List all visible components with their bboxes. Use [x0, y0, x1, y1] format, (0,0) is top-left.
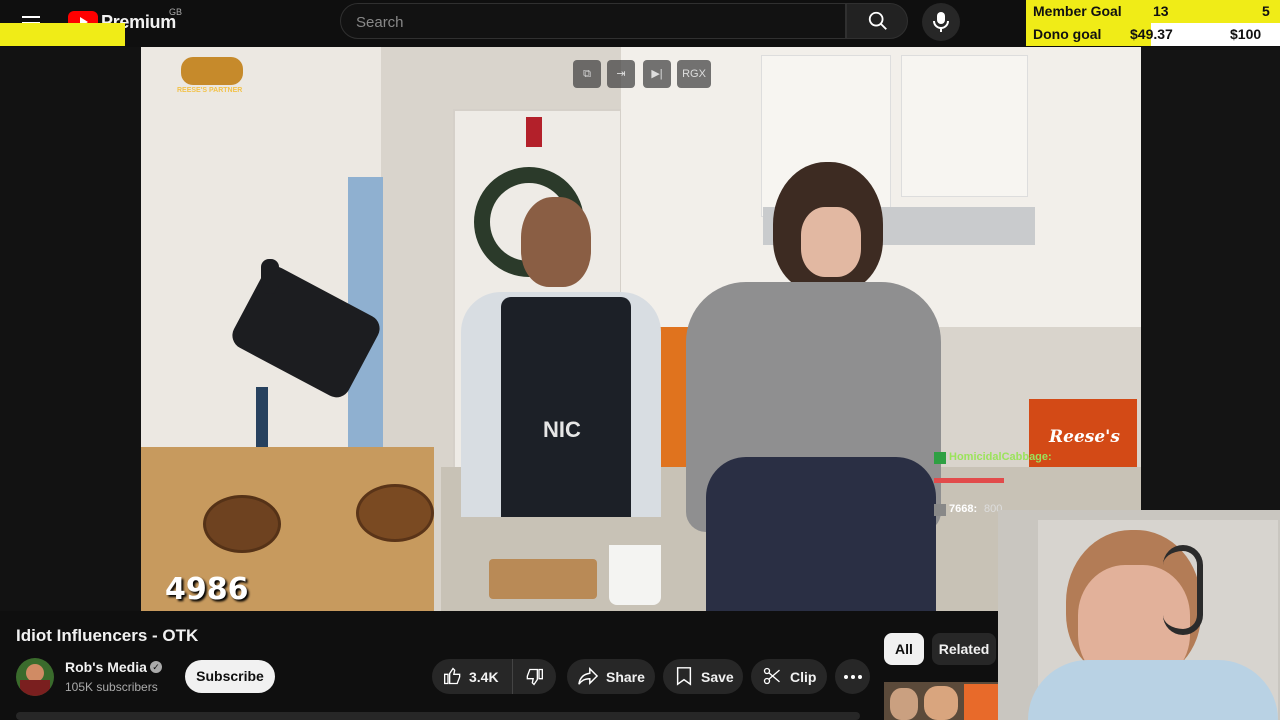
video-title: Idiot Influencers - OTK [16, 626, 199, 645]
person-left-head [521, 197, 591, 287]
thumbs-up-icon [444, 667, 461, 685]
share-button[interactable]: Share [567, 659, 655, 694]
cabinet-door [901, 55, 1028, 197]
clip-label: Clip [790, 669, 817, 685]
more-horizontal-icon [844, 675, 862, 679]
wreath-bow [526, 117, 542, 147]
dislike-button[interactable] [512, 659, 556, 694]
member-goal-label: Member Goal [1033, 3, 1122, 19]
bookmark-icon [676, 667, 692, 686]
microphone-icon [933, 12, 949, 32]
rgx-button[interactable]: RGX [677, 60, 711, 88]
chat-progress [934, 478, 1004, 483]
countdown-counter: 4986 [165, 572, 249, 607]
player-overlay-controls: ⧉ ⇥ ▶| RGX [573, 60, 711, 90]
dono-goal-progress-fill [0, 23, 125, 46]
person-right-face [801, 207, 861, 277]
dono-goal-label: Dono goal [1033, 26, 1102, 42]
scissors-icon [763, 667, 780, 685]
chip-related[interactable]: Related [932, 633, 996, 665]
exit-icon[interactable]: ⇥ [607, 60, 635, 88]
like-button[interactable]: 3.4K [432, 659, 512, 694]
channel-name[interactable]: Rob's Media [65, 659, 147, 675]
sponsor-badge-text: REESE'S PARTNER [177, 87, 243, 94]
subscriber-count: 105K subscribers [65, 680, 158, 694]
clip-button[interactable]: Clip [751, 659, 827, 694]
save-label: Save [701, 669, 734, 685]
peanut-butter-cup [356, 484, 434, 542]
verified-icon: ✓ [150, 661, 162, 673]
search-input[interactable] [341, 4, 818, 40]
chat-username: HomicidalCabbage: [949, 451, 1052, 463]
box-label: Reese's [1049, 427, 1120, 447]
search-icon [868, 11, 887, 30]
description-panel-top [16, 712, 860, 720]
dono-goal-target: $100 [1230, 26, 1262, 42]
country-code: GB [169, 7, 183, 17]
sponsor-badge: REESE'S PARTNER [177, 57, 247, 97]
player-letterbox-left [0, 47, 141, 611]
save-button[interactable]: Save [663, 659, 743, 694]
camera-mic [261, 259, 279, 294]
member-goal-target: 5 [1262, 3, 1270, 19]
share-icon [578, 666, 599, 686]
person-right-skirt [706, 457, 936, 611]
apron-text: NIC [543, 417, 581, 442]
streamer-webcam [998, 510, 1280, 720]
peanut-butter-cup [203, 495, 281, 553]
search-box [340, 3, 846, 40]
thumbs-down-icon [526, 668, 543, 686]
chat-badge-icon [934, 504, 946, 516]
popout-icon[interactable]: ⧉ [573, 60, 601, 88]
member-goal-current: 13 [1153, 3, 1169, 19]
cutting-board [489, 559, 597, 599]
voice-search-button[interactable] [922, 3, 960, 41]
recommended-video-thumbnail[interactable] [884, 682, 998, 720]
mug [609, 545, 661, 605]
search-button[interactable] [846, 3, 908, 39]
subscribe-button[interactable]: Subscribe [185, 660, 275, 693]
tripod [256, 387, 268, 447]
more-actions-button[interactable] [835, 659, 870, 694]
like-count: 3.4K [469, 669, 499, 685]
dono-goal-current: $49.37 [1130, 26, 1173, 42]
chat-badge-icon [934, 452, 946, 464]
chip-all[interactable]: All [884, 633, 924, 665]
skip-icon[interactable]: ▶| [643, 60, 671, 88]
chat-username: 7668: [949, 503, 978, 515]
apron: NIC [501, 297, 631, 517]
share-label: Share [606, 669, 645, 685]
channel-avatar[interactable] [16, 658, 54, 696]
